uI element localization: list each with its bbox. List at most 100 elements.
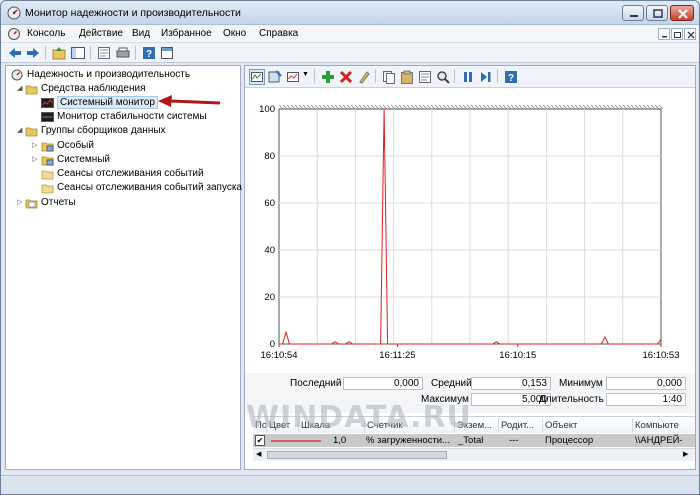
plot-top-hatch	[486, 104, 492, 110]
event-trace-icon	[41, 184, 54, 194]
plot-top-hatch	[574, 104, 580, 110]
plot-top-hatch	[470, 104, 476, 110]
maximize-button[interactable]	[646, 5, 668, 21]
plot-top-hatch	[558, 104, 564, 110]
maximize-icon	[653, 9, 663, 18]
menu-bar: Консоль Действие Вид Избранное Окно Спра…	[1, 25, 699, 43]
plot-top-hatch	[362, 104, 368, 110]
performance-graph[interactable]: 0 20 40 60 80 100 16:10:54 16:11:25 16:10:15 16:1…	[245, 88, 695, 373]
change-graph-type-icon[interactable]	[285, 69, 301, 85]
close-icon	[687, 31, 695, 39]
plot-top-hatch	[430, 104, 436, 110]
plot-top-hatch	[526, 104, 532, 110]
highlight-icon[interactable]	[356, 69, 372, 85]
menu-window[interactable]: Окно	[223, 28, 246, 39]
plot-top-hatch	[510, 104, 516, 110]
plot-top-hatch	[594, 104, 600, 110]
event-trace-icon	[41, 170, 54, 180]
properties-icon[interactable]	[96, 45, 112, 61]
dropdown-arrow-icon[interactable]: ▼	[302, 71, 309, 78]
add-counter-icon[interactable]	[320, 69, 336, 85]
graph-toolbar: ▼ ?	[245, 66, 695, 88]
print-icon[interactable]	[115, 45, 131, 61]
plot-top-hatch	[394, 104, 400, 110]
minimize-button[interactable]	[622, 5, 644, 21]
menu-view[interactable]: Вид	[132, 28, 150, 39]
plot-top-hatch	[438, 104, 444, 110]
plot-top-hatch	[530, 104, 536, 110]
zoom-icon[interactable]	[435, 69, 451, 85]
plot-top-hatch	[462, 104, 468, 110]
minimum-label: Минимум	[559, 378, 603, 389]
show-hide-tree-icon[interactable]	[70, 45, 86, 61]
properties-icon[interactable]	[417, 69, 433, 85]
title-bar[interactable]: Монитор надежности и производительности	[1, 1, 699, 25]
close-button[interactable]	[670, 5, 694, 21]
plot-top-hatch	[330, 104, 336, 110]
menu-help[interactable]: Справка	[259, 28, 298, 39]
x-tick-label: 16:11:25	[379, 350, 415, 361]
collapse-arrow-icon[interactable]: ◢	[17, 124, 25, 138]
expand-arrow-icon[interactable]: ▷	[17, 196, 25, 210]
stability-monitor-icon	[41, 112, 54, 122]
paste-counter-list-icon[interactable]	[399, 69, 415, 85]
plot-top-hatch	[514, 104, 520, 110]
plot-top-hatch	[542, 104, 548, 110]
update-data-icon[interactable]	[478, 69, 494, 85]
plot-top-hatch	[566, 104, 572, 110]
delete-counter-icon[interactable]	[338, 69, 354, 85]
mdi-minimize-button[interactable]	[658, 28, 670, 40]
view-current-activity-icon[interactable]	[249, 69, 265, 85]
plot-top-hatch	[550, 104, 556, 110]
plot-top-hatch	[522, 104, 528, 110]
plot-top-hatch	[490, 104, 496, 110]
menu-favorites[interactable]: Избранное	[161, 28, 212, 39]
horizontal-scrollbar[interactable]: ◀ ▶	[253, 448, 695, 461]
collapse-arrow-icon[interactable]: ◢	[17, 82, 25, 96]
plot-top-hatch	[410, 104, 416, 110]
column-header-object[interactable]: Объект	[543, 418, 633, 433]
system-monitor-icon	[41, 98, 54, 108]
show-checkbox[interactable]: ✔	[255, 435, 265, 446]
up-folder-icon[interactable]	[51, 45, 67, 61]
column-header-computer[interactable]: Компьюте	[633, 418, 695, 433]
help-icon[interactable]: ?	[141, 45, 157, 61]
help-icon[interactable]: ?	[503, 69, 519, 85]
view-log-data-icon[interactable]	[267, 69, 283, 85]
mdi-close-button[interactable]	[684, 28, 696, 40]
plot-top-hatch	[634, 104, 640, 110]
row-parent: ---	[509, 435, 519, 446]
plot-top-hatch	[298, 104, 304, 110]
plot-top-hatch	[570, 104, 576, 110]
copy-properties-icon[interactable]	[381, 69, 397, 85]
back-icon[interactable]	[7, 45, 23, 61]
row-scale: 1,0	[333, 435, 347, 446]
plot-top-hatch	[614, 104, 620, 110]
restore-icon	[674, 32, 681, 38]
menu-console[interactable]: Консоль	[27, 28, 65, 39]
expand-arrow-icon[interactable]: ▷	[32, 139, 40, 153]
column-header-parent[interactable]: Родит...	[499, 418, 543, 433]
plot-top-hatch	[422, 104, 428, 110]
plot-top-hatch	[350, 104, 356, 110]
plot-top-hatch	[314, 104, 320, 110]
minimize-icon	[662, 36, 667, 38]
performance-chart[interactable]: 0 20 40 60 80 100 16:10:54 16:11:25 16:10:15 16:1…	[245, 88, 695, 373]
main-toolbar: ?	[1, 43, 699, 63]
menu-action[interactable]: Действие	[79, 28, 123, 39]
console-tree-icon[interactable]	[159, 45, 175, 61]
perfmon-app-icon	[7, 6, 21, 20]
scrollbar-thumb[interactable]	[267, 451, 447, 459]
y-tick-label: 80	[264, 151, 275, 162]
plot-top-hatch	[546, 104, 552, 110]
scroll-right-icon[interactable]: ▶	[683, 450, 688, 458]
scroll-left-icon[interactable]: ◀	[256, 450, 261, 458]
forward-icon[interactable]	[25, 45, 41, 61]
plot-top-hatch	[590, 104, 596, 110]
console-icon[interactable]	[7, 27, 21, 41]
plot-top-hatch	[494, 104, 500, 110]
freeze-display-icon[interactable]	[460, 69, 476, 85]
expand-arrow-icon[interactable]: ▷	[32, 153, 40, 167]
mdi-restore-button[interactable]	[671, 28, 683, 40]
plot-top-hatch	[646, 104, 652, 110]
